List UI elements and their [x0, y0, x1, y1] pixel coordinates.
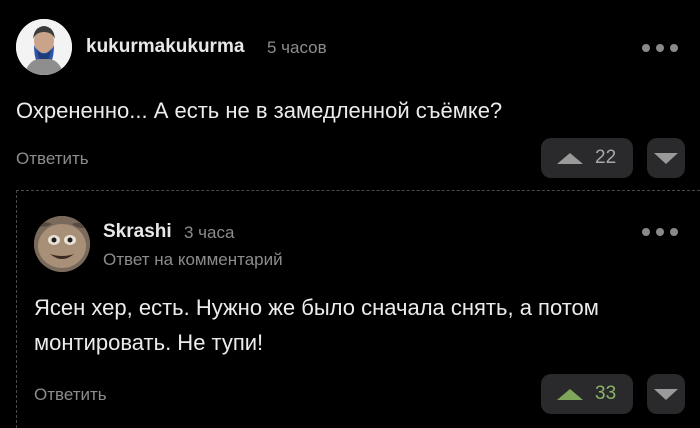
- vote-count: 33: [595, 383, 617, 404]
- downvote-arrow-icon: [654, 152, 678, 164]
- downvote-arrow-icon: [654, 388, 678, 400]
- more-options-icon[interactable]: [642, 41, 678, 55]
- reply-button[interactable]: Ответить: [16, 149, 89, 169]
- upvote-arrow-icon: [557, 388, 583, 400]
- comment-author-name[interactable]: kukurmakukurma: [86, 36, 244, 58]
- reply-timestamp: 3 часа: [184, 223, 235, 242]
- dot: [656, 228, 664, 236]
- reply-text-line: Ясен хер, есть. Нужно же было сначала сн…: [34, 295, 599, 320]
- reply-text-line: монтировать. Не тупи!: [34, 330, 264, 355]
- reply-context-label[interactable]: Ответ на комментарий: [103, 250, 283, 270]
- thread-divider: [16, 190, 700, 191]
- bearded-man-avatar-icon: [16, 19, 72, 75]
- reply-text: Ясен хер, есть. Нужно же было сначала сн…: [34, 290, 599, 360]
- downvote-button[interactable]: [647, 374, 685, 414]
- comment-timestamp: 5 часов: [267, 38, 327, 57]
- upvote-button-active[interactable]: 33: [541, 374, 633, 414]
- downvote-button[interactable]: [647, 138, 685, 178]
- reply-author-name[interactable]: Skrashi: [103, 221, 172, 243]
- dot: [670, 228, 678, 236]
- author-avatar[interactable]: [16, 19, 72, 75]
- dot: [656, 44, 664, 52]
- dot: [670, 44, 678, 52]
- thread-line: [16, 190, 17, 428]
- more-options-icon[interactable]: [642, 225, 678, 239]
- dot: [642, 228, 650, 236]
- reply-button[interactable]: Ответить: [34, 385, 107, 405]
- comment-text: Охрененно... А есть не в замедленной съё…: [16, 98, 503, 123]
- dot: [642, 44, 650, 52]
- vote-count: 22: [595, 147, 617, 168]
- upvote-arrow-icon: [557, 152, 583, 164]
- comment-thread: kukurmakukurma 5 часов Охрененно... А ес…: [0, 0, 700, 428]
- upvote-button[interactable]: 22: [541, 138, 633, 178]
- reply-author-avatar[interactable]: [34, 216, 90, 272]
- creature-avatar-icon: [34, 216, 90, 272]
